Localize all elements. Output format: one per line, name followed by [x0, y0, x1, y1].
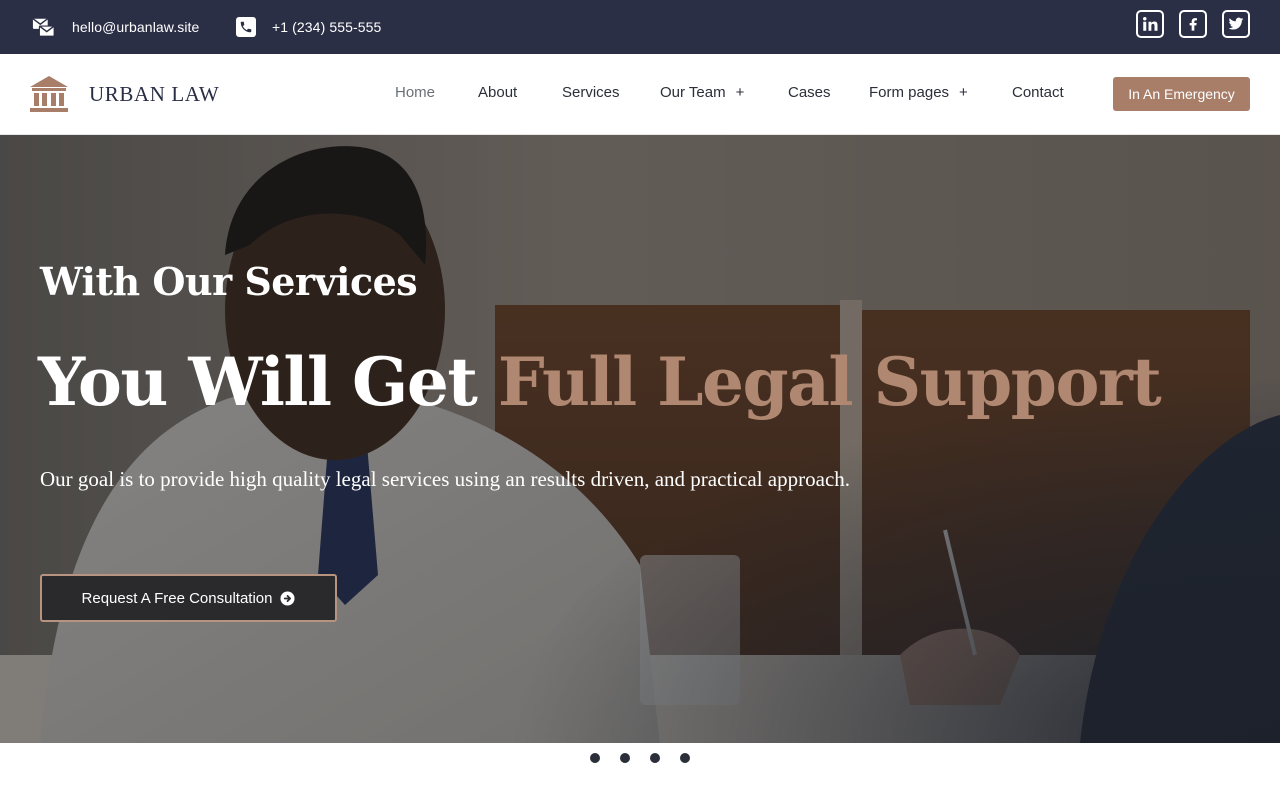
nav-services-label: Services — [562, 84, 620, 101]
phone-icon — [236, 17, 256, 37]
twitter-link[interactable] — [1222, 10, 1250, 38]
nav-about[interactable]: About — [478, 54, 517, 134]
hero-title: You Will Get Full Legal Support — [38, 343, 1162, 421]
nav-home[interactable]: Home — [395, 54, 435, 134]
nav-services[interactable]: Services — [562, 54, 620, 134]
cta-label: Request A Free Consultation — [81, 589, 273, 607]
facebook-icon — [1185, 15, 1201, 33]
hero-subtitle: Our goal is to provide high quality lega… — [40, 467, 851, 491]
nav-form-pages[interactable]: Form pages + — [869, 54, 968, 134]
nav-cases[interactable]: Cases — [788, 54, 831, 134]
topbar-phone[interactable]: +1 (234) 555-555 — [236, 0, 381, 54]
emergency-button[interactable]: In An Emergency — [1113, 77, 1250, 111]
hero-eyebrow: With Our Services — [40, 259, 418, 304]
request-consultation-button[interactable]: Request A Free Consultation — [40, 574, 337, 622]
slide-dot[interactable] — [590, 753, 600, 763]
plus-icon: + — [959, 84, 968, 101]
slide-dot[interactable] — [650, 753, 660, 763]
topbar-email-text: hello@urbanlaw.site — [72, 19, 200, 35]
topbar-phone-text: +1 (234) 555-555 — [272, 19, 382, 35]
linkedin-icon — [1141, 15, 1159, 33]
nav-cases-label: Cases — [788, 84, 831, 101]
slide-dot[interactable] — [680, 753, 690, 763]
main-navbar: URBAN LAW Home About Services Our Team + … — [0, 54, 1280, 135]
nav-our-team-label: Our Team — [660, 84, 726, 101]
nav-contact[interactable]: Contact — [1012, 54, 1064, 134]
nav-contact-label: Contact — [1012, 84, 1064, 101]
linkedin-link[interactable] — [1136, 10, 1164, 38]
brand-name: URBAN LAW — [89, 81, 220, 106]
envelopes-icon — [32, 15, 56, 39]
facebook-link[interactable] — [1179, 10, 1207, 38]
hero-title-lead: You Will Get — [38, 343, 498, 421]
nav-our-team[interactable]: Our Team + — [660, 54, 744, 134]
nav-home-label: Home — [395, 84, 436, 101]
plus-icon: + — [735, 84, 745, 101]
nav-about-label: About — [478, 84, 518, 101]
slide-dot[interactable] — [620, 753, 630, 763]
hero-title-accent: Full Legal Support — [497, 343, 1162, 421]
topbar-email[interactable]: hello@urbanlaw.site — [32, 0, 199, 54]
courthouse-icon — [29, 74, 69, 114]
site-logo[interactable]: URBAN LAW — [29, 74, 219, 114]
top-bar: hello@urbanlaw.site +1 (234) 555-555 — [0, 0, 1280, 54]
slider-pagination — [0, 743, 1280, 773]
arrow-circle-right-icon — [280, 590, 295, 606]
nav-form-pages-label: Form pages — [869, 84, 950, 101]
twitter-icon — [1227, 16, 1245, 32]
hero-content: With Our Services You Will Get Full Lega… — [0, 135, 1280, 743]
hero-slider: With Our Services You Will Get Full Lega… — [0, 135, 1280, 743]
